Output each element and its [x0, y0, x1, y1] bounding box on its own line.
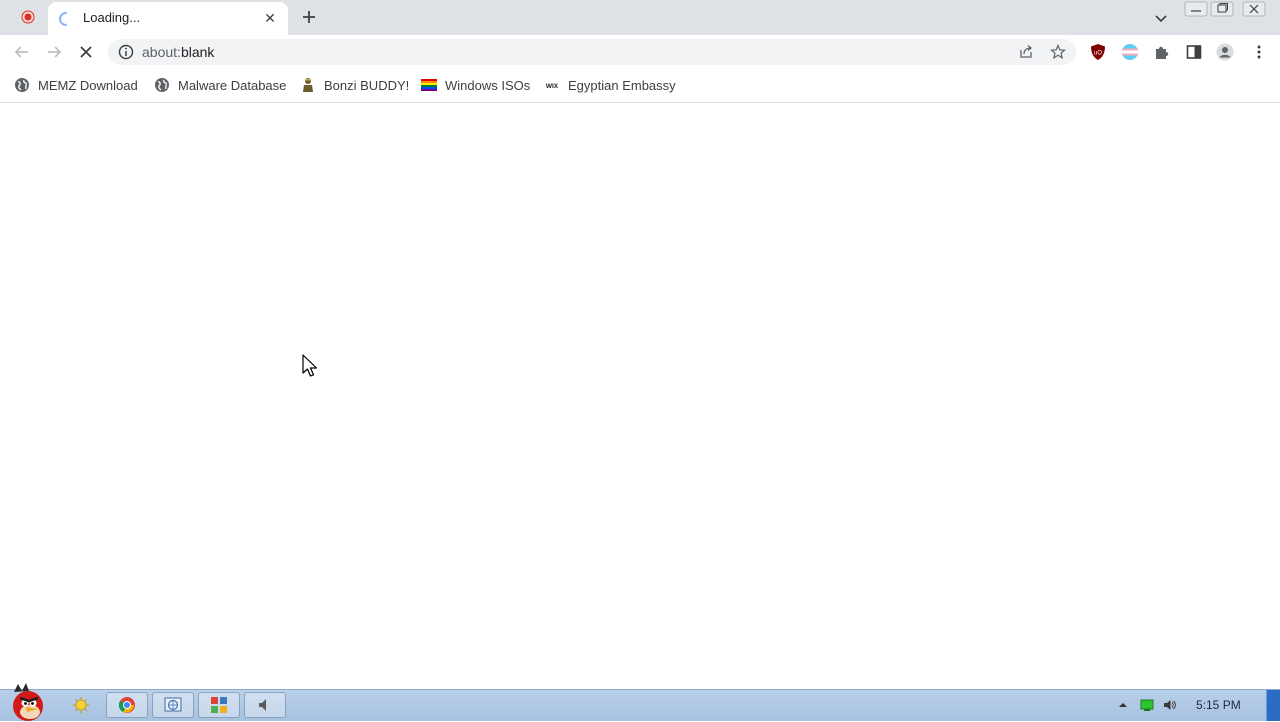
taskbar-chrome[interactable] [106, 692, 148, 718]
minimize-icon[interactable] [1184, 1, 1208, 17]
restore-icon[interactable] [1210, 1, 1234, 17]
volume-icon[interactable] [1163, 698, 1177, 712]
mouse-cursor-icon [302, 354, 318, 377]
bookmark-windows-isos[interactable]: Windows ISOs [421, 69, 530, 101]
share-icon[interactable] [1018, 44, 1034, 60]
recording-icon [20, 9, 36, 25]
info-icon[interactable] [118, 44, 134, 60]
bookmark-label: Windows ISOs [445, 77, 531, 93]
svg-text:uO: uO [1094, 51, 1102, 57]
stop-loading-icon[interactable] [77, 43, 95, 61]
bookmark-label: MEMZ Download [38, 77, 138, 93]
taskbar: 5:15 PM [0, 683, 1280, 721]
back-icon[interactable] [13, 43, 31, 61]
extensions-puzzle-icon[interactable] [1153, 43, 1171, 61]
taskbar-app-2[interactable] [152, 692, 194, 718]
bookmark-label: Malware Database [178, 77, 287, 93]
start-button-angry-bird-icon[interactable] [4, 682, 52, 722]
chevron-down-icon[interactable] [1152, 9, 1170, 27]
url-scheme: about: [142, 44, 181, 60]
side-panel-icon[interactable] [1185, 43, 1203, 61]
extension-flag-icon[interactable] [1121, 43, 1139, 61]
forward-icon[interactable] [45, 43, 63, 61]
url-path: blank [180, 44, 215, 60]
chrome-icon [118, 697, 135, 713]
taskbar-clock[interactable]: 5:15 PM [1196, 698, 1241, 712]
ublock-origin-icon[interactable]: uO [1089, 43, 1107, 61]
network-icon[interactable] [1140, 698, 1154, 712]
profile-avatar-icon[interactable] [1216, 43, 1234, 61]
bonzi-icon [303, 78, 313, 92]
bookmark-memz-download[interactable]: MEMZ Download [14, 69, 138, 101]
wix-icon: WIX [546, 83, 559, 90]
bookmark-bonzi-buddy[interactable]: Bonzi BUDDY! [300, 69, 409, 101]
rainbow-flag-icon [421, 79, 437, 91]
window-close-icon[interactable] [1242, 1, 1266, 17]
sun-icon [73, 697, 89, 713]
control-panel-icon [211, 697, 227, 713]
address-bar[interactable]: about:blank [108, 39, 1076, 65]
taskbar-explorer[interactable] [60, 692, 102, 718]
tab-strip: Loading... ✕ [0, 0, 1280, 35]
bookmark-egyptian-embassy[interactable]: WIX Egyptian Embassy [544, 69, 676, 101]
tab-close-icon[interactable]: ✕ [262, 10, 278, 26]
page-content-blank [0, 103, 1280, 689]
globe-window-icon [164, 697, 182, 712]
bookmark-label: Bonzi BUDDY! [324, 77, 410, 93]
tab-title: Loading... [83, 10, 141, 25]
tab-active[interactable]: Loading... ✕ [48, 2, 288, 35]
taskbar-app-3[interactable] [198, 692, 240, 718]
globe-icon [155, 78, 169, 92]
bookmark-label: Egyptian Embassy [568, 77, 676, 93]
url-text: about:blank [142, 44, 214, 60]
speaker-icon [259, 699, 266, 711]
show-hidden-icons-icon[interactable] [1116, 698, 1130, 712]
show-desktop-button[interactable] [1266, 690, 1280, 721]
browser-toolbar: about:blank uO [0, 35, 1280, 69]
taskbar-app-4[interactable] [244, 692, 286, 718]
menu-kebab-icon[interactable] [1250, 43, 1268, 61]
bookmark-malware-database[interactable]: Malware Database [154, 69, 286, 101]
loading-spinner-icon [59, 12, 67, 26]
svg-text:WIX: WIX [546, 83, 559, 90]
bookmarks-bar: MEMZ Download Malware Database Bonzi BUD… [0, 69, 1280, 103]
new-tab-icon[interactable] [300, 8, 318, 26]
bookmark-star-icon[interactable] [1050, 44, 1066, 60]
globe-icon [15, 78, 29, 92]
